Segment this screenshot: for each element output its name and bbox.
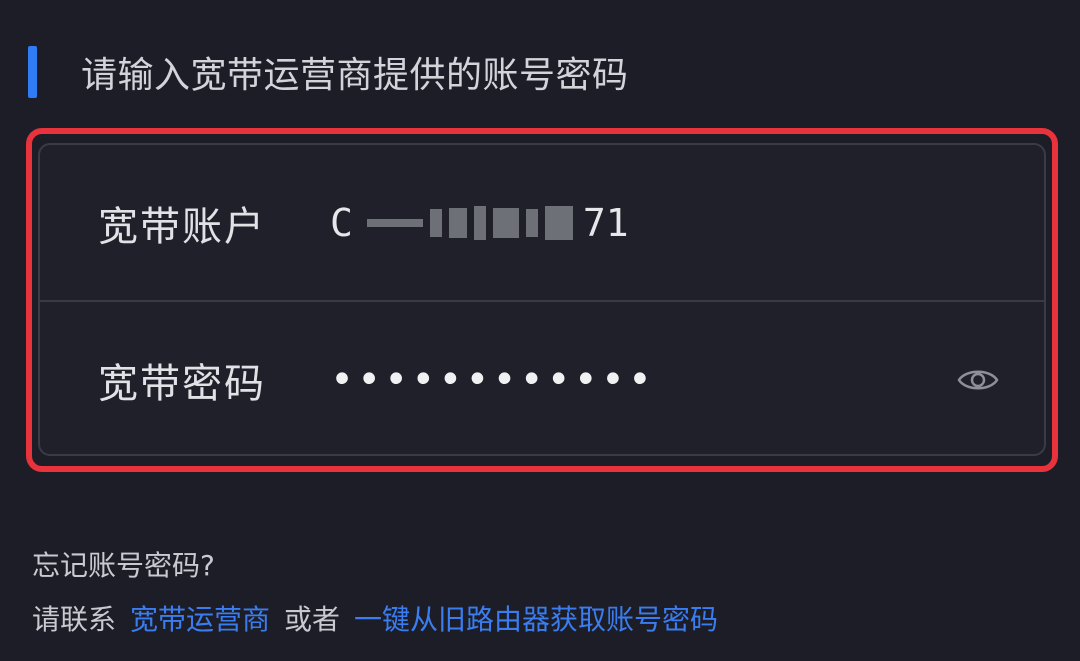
isp-link[interactable]: 宽带运营商 xyxy=(130,598,270,638)
help-block: 忘记账号密码? 请联系 宽带运营商 或者 一键从旧路由器获取账号密码 xyxy=(32,544,718,638)
section-header: 请输入宽带运营商提供的账号密码 xyxy=(28,46,629,98)
highlight-frame xyxy=(26,128,1058,472)
contact-prefix: 请联系 xyxy=(32,603,117,636)
section-accent-bar xyxy=(28,46,37,98)
forgot-credentials-text: 忘记账号密码? xyxy=(32,549,215,582)
connector-text: 或者 xyxy=(284,603,341,636)
retrieve-from-old-router-link[interactable]: 一键从旧路由器获取账号密码 xyxy=(354,598,718,638)
section-title: 请输入宽带运营商提供的账号密码 xyxy=(81,55,629,96)
contact-line: 请联系 宽带运营商 或者 一键从旧路由器获取账号密码 xyxy=(32,598,718,638)
